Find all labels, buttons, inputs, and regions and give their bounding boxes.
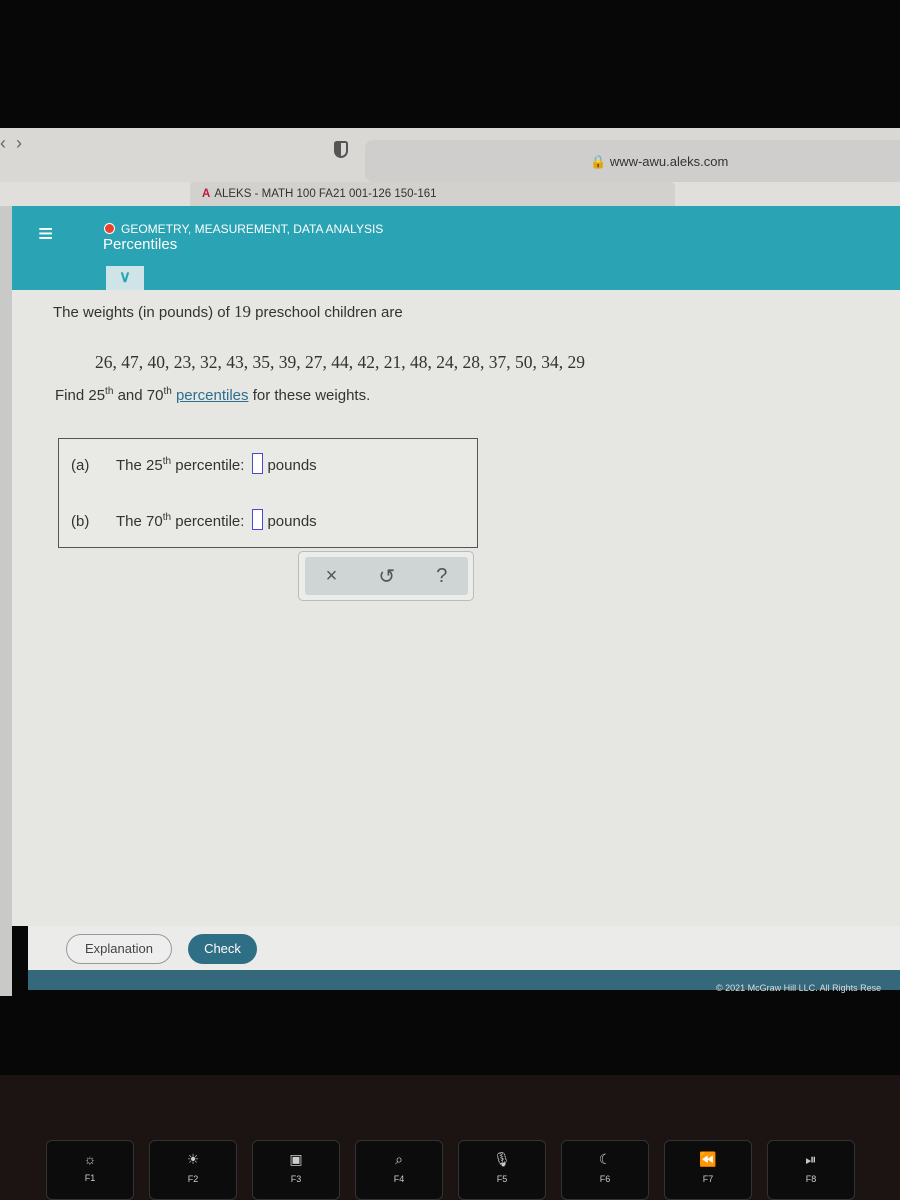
help-icon[interactable]: ? xyxy=(436,565,447,588)
key-label: F5 xyxy=(496,1174,508,1184)
left-margin xyxy=(0,206,12,996)
sup: th xyxy=(163,386,172,397)
count: 19 xyxy=(233,302,251,321)
p2: 70 xyxy=(146,387,164,404)
key-icon: ⏯ xyxy=(805,1151,817,1167)
find-text: Find xyxy=(55,387,85,404)
sup: th xyxy=(105,386,114,397)
text: percentile: xyxy=(175,457,245,474)
clear-icon[interactable]: × xyxy=(326,565,338,588)
key-f7[interactable]: ⏪ F7 xyxy=(664,1140,752,1200)
key-f3[interactable]: ▣ F3 xyxy=(252,1140,340,1200)
answer-row-a: (a) The 25th percentile: pounds xyxy=(71,453,317,474)
key-label: F7 xyxy=(702,1174,714,1184)
key-f6[interactable]: ☾ F6 xyxy=(561,1140,649,1200)
part-label: (a) xyxy=(71,457,90,474)
laptop-keyboard xyxy=(0,1075,900,1200)
sup: th xyxy=(162,456,172,467)
text: The xyxy=(116,457,142,474)
unit: pounds xyxy=(267,457,317,474)
hamburger-menu-icon[interactable]: ≡ xyxy=(38,220,53,246)
key-f5[interactable]: 🎙 F5 xyxy=(458,1140,546,1200)
topic-title: GEOMETRY, MEASUREMENT, DATA ANALYSIS xyxy=(104,222,383,236)
tab-title: ALEKS - MATH 100 FA21 001-126 150-161 xyxy=(214,188,437,200)
answer-input-25th[interactable] xyxy=(252,453,264,474)
key-icon: ▣ xyxy=(289,1151,303,1167)
part-label: (b) xyxy=(71,513,90,530)
answer-box: (a) The 25th percentile: pounds (b) The 70t… xyxy=(58,438,478,548)
chevron-down-icon[interactable]: ∨ xyxy=(106,266,144,290)
key-icon: ⌕ xyxy=(395,1151,403,1167)
undo-icon[interactable]: ↺ xyxy=(378,564,395,589)
lock-icon: 🔒 xyxy=(590,154,607,169)
p1: 25 xyxy=(88,387,106,404)
tail-text: for these weights. xyxy=(252,387,371,404)
num: 25 xyxy=(146,457,163,474)
key-label: F2 xyxy=(187,1174,199,1184)
key-label: F3 xyxy=(290,1174,302,1184)
shield-icon[interactable] xyxy=(334,141,348,158)
subtopic-title: Percentiles xyxy=(103,236,178,253)
data-list: 26, 47, 40, 23, 32, 43, 35, 39, 27, 44, … xyxy=(95,352,585,372)
key-f8[interactable]: ⏯ F8 xyxy=(767,1140,855,1200)
key-label: F1 xyxy=(84,1173,96,1183)
question-prompt: Find 25th and 70th percentiles for these… xyxy=(55,386,370,404)
key-icon: ☀ xyxy=(186,1151,200,1167)
key-f4[interactable]: ⌕ F4 xyxy=(355,1140,443,1200)
key-label: F4 xyxy=(393,1174,405,1184)
question-intro: The weights (in pounds) of 19 preschool … xyxy=(53,302,403,322)
num: 70 xyxy=(146,513,163,530)
status-dot-icon xyxy=(104,223,115,234)
explanation-button[interactable]: Explanation xyxy=(66,934,172,964)
key-icon: ⏪ xyxy=(699,1151,717,1167)
text: The xyxy=(116,513,142,530)
sup: th xyxy=(162,512,172,523)
and-text: and xyxy=(117,387,143,404)
url-text: www-awu.aleks.com xyxy=(609,154,729,169)
answer-input-70th[interactable] xyxy=(252,509,264,530)
answer-toolbar: × ↺ ? xyxy=(298,551,474,601)
copyright: © 2021 McGraw Hill LLC. All Rights Rese xyxy=(716,983,882,993)
answer-row-b: (b) The 70th percentile: pounds xyxy=(71,509,317,530)
check-button[interactable]: Check xyxy=(188,934,257,964)
intro-text: The weights (in pounds) of xyxy=(53,304,230,321)
back-forward-buttons[interactable]: ‹ › xyxy=(0,133,22,154)
unit: pounds xyxy=(267,513,317,530)
topic-text: GEOMETRY, MEASUREMENT, DATA ANALYSIS xyxy=(121,222,384,236)
arizona-logo-icon: A xyxy=(202,188,211,200)
percentiles-link[interactable]: percentiles xyxy=(176,387,249,404)
key-f1[interactable]: ☼ F1 xyxy=(46,1140,134,1200)
key-icon: 🎙 xyxy=(493,1151,511,1167)
text: percentile: xyxy=(175,513,245,530)
key-icon: ☾ xyxy=(598,1151,612,1167)
key-f2[interactable]: ☀ F2 xyxy=(149,1140,237,1200)
key-label: F6 xyxy=(599,1174,611,1184)
key-label: F8 xyxy=(805,1174,817,1184)
intro-text-2: preschool children are xyxy=(255,304,403,321)
key-icon: ☼ xyxy=(83,1151,97,1167)
